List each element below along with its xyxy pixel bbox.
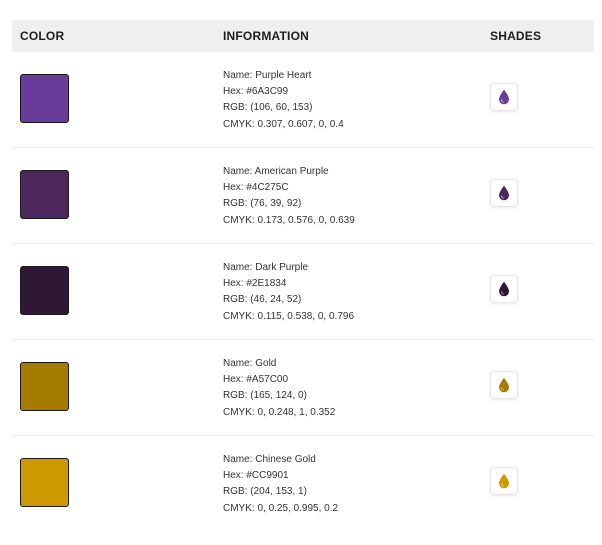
color-hex: Hex: #6A3C99	[223, 86, 289, 98]
drop-icon	[499, 185, 509, 201]
table-row: Name: Purple Heart Hex: #6A3C99 RGB: (10…	[12, 52, 594, 148]
color-swatch	[20, 362, 69, 411]
color-name: Name: Dark Purple	[223, 262, 309, 273]
shades-button[interactable]	[490, 179, 518, 207]
table-header: COLOR INFORMATION SHADES	[12, 20, 594, 52]
color-hex: Hex: #CC9901	[223, 470, 289, 482]
table-row: Name: Dark Purple Hex: #2E1834 RGB: (46,…	[12, 244, 594, 340]
table-row: Name: American Purple Hex: #4C275C RGB: …	[12, 148, 594, 244]
color-cmyk: CMYK: 0.307, 0.607, 0, 0.4	[223, 118, 344, 130]
shades-button[interactable]	[490, 371, 518, 399]
color-hex: Hex: #4C275C	[223, 182, 289, 194]
shades-button[interactable]	[490, 275, 518, 303]
color-information: Name: Gold Hex: #A57C00 RGB: (165, 124, …	[223, 356, 335, 421]
color-cmyk: CMYK: 0.173, 0.576, 0, 0.639	[223, 214, 355, 226]
color-swatch	[20, 458, 69, 507]
color-information: Name: American Purple Hex: #4C275C RGB: …	[223, 164, 355, 229]
column-header-information: INFORMATION	[223, 29, 309, 43]
color-information: Name: Dark Purple Hex: #2E1834 RGB: (46,…	[223, 260, 354, 325]
color-rgb: RGB: (76, 39, 92)	[223, 198, 302, 210]
color-name: Name: Purple Heart	[223, 70, 312, 81]
color-cmyk: CMYK: 0.115, 0.538, 0, 0.796	[223, 310, 355, 322]
color-swatch	[20, 266, 69, 315]
color-cmyk: CMYK: 0, 0.25, 0.995, 0.2	[223, 502, 339, 514]
color-rgb: RGB: (46, 24, 52)	[223, 294, 302, 306]
drop-icon	[499, 89, 509, 105]
drop-icon	[499, 473, 509, 489]
shades-button[interactable]	[490, 83, 518, 111]
color-hex: Hex: #A57C00	[223, 374, 289, 386]
table-row: Name: Gold Hex: #A57C00 RGB: (165, 124, …	[12, 340, 594, 436]
color-swatch	[20, 170, 69, 219]
shades-button[interactable]	[490, 467, 518, 495]
table-row: Name: Chinese Gold Hex: #CC9901 RGB: (20…	[12, 436, 594, 531]
color-swatch	[20, 74, 69, 123]
column-header-color: COLOR	[20, 29, 65, 43]
color-name: Name: American Purple	[223, 166, 329, 177]
color-information: Name: Purple Heart Hex: #6A3C99 RGB: (10…	[223, 68, 344, 133]
color-rgb: RGB: (165, 124, 0)	[223, 390, 307, 402]
color-name: Name: Gold	[223, 358, 277, 369]
drop-icon	[499, 281, 509, 297]
color-rgb: RGB: (106, 60, 153)	[223, 102, 313, 114]
color-hex: Hex: #2E1834	[223, 278, 287, 290]
column-header-shades: SHADES	[490, 29, 542, 43]
drop-icon	[499, 377, 509, 393]
color-cmyk: CMYK: 0, 0.248, 1, 0.352	[223, 406, 336, 418]
color-information: Name: Chinese Gold Hex: #CC9901 RGB: (20…	[223, 452, 338, 517]
color-rgb: RGB: (204, 153, 1)	[223, 486, 307, 498]
color-table: COLOR INFORMATION SHADES Name: Purple He…	[12, 20, 594, 531]
color-name: Name: Chinese Gold	[223, 454, 316, 465]
